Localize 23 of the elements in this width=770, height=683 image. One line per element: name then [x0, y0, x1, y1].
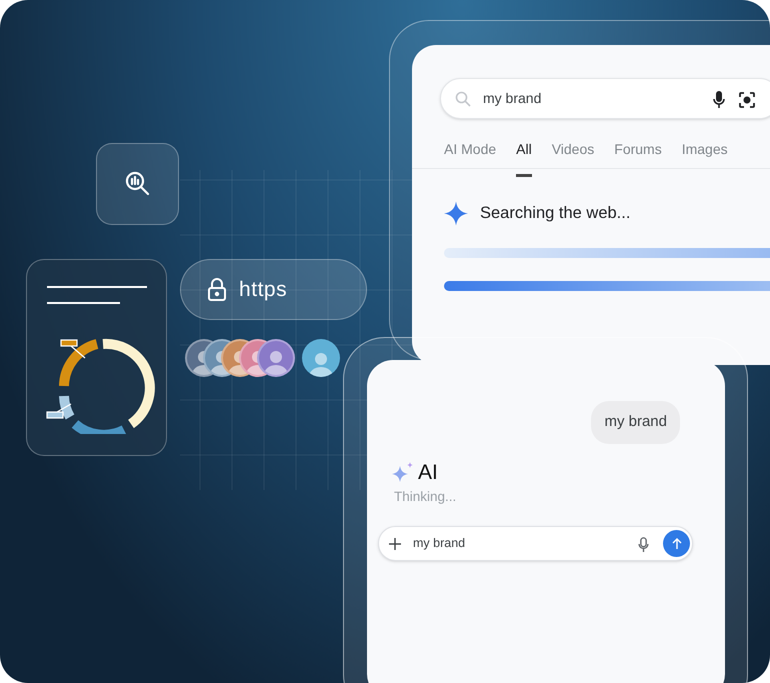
chat-input-field[interactable]: my brand: [378, 526, 693, 561]
arrow-up-icon: [672, 538, 682, 549]
user-message: my brand: [591, 401, 680, 444]
assistant-name: AI: [418, 460, 438, 486]
sparkle-icon: [444, 201, 468, 226]
microphone-icon[interactable]: [713, 91, 725, 108]
camera-lens-icon[interactable]: [739, 92, 755, 108]
status-text: Searching the web...: [480, 203, 630, 224]
search-icon: [455, 90, 471, 106]
analytics-tile[interactable]: [96, 143, 179, 225]
assistant-status: Thinking...: [394, 488, 456, 506]
lock-icon: [207, 278, 227, 302]
search-field[interactable]: my brand: [440, 78, 770, 119]
url-text: https: [239, 276, 288, 303]
tab[interactable]: Forums: [614, 139, 662, 177]
microphone-icon[interactable]: [638, 537, 649, 552]
tab[interactable]: Images: [682, 139, 728, 177]
tab[interactable]: AI Mode: [444, 139, 496, 177]
tab[interactable]: Videos: [552, 139, 594, 177]
send-button[interactable]: [663, 530, 690, 557]
plus-icon[interactable]: [389, 538, 401, 550]
chart-search-icon: [124, 170, 152, 198]
sparkles-icon: [392, 462, 414, 484]
